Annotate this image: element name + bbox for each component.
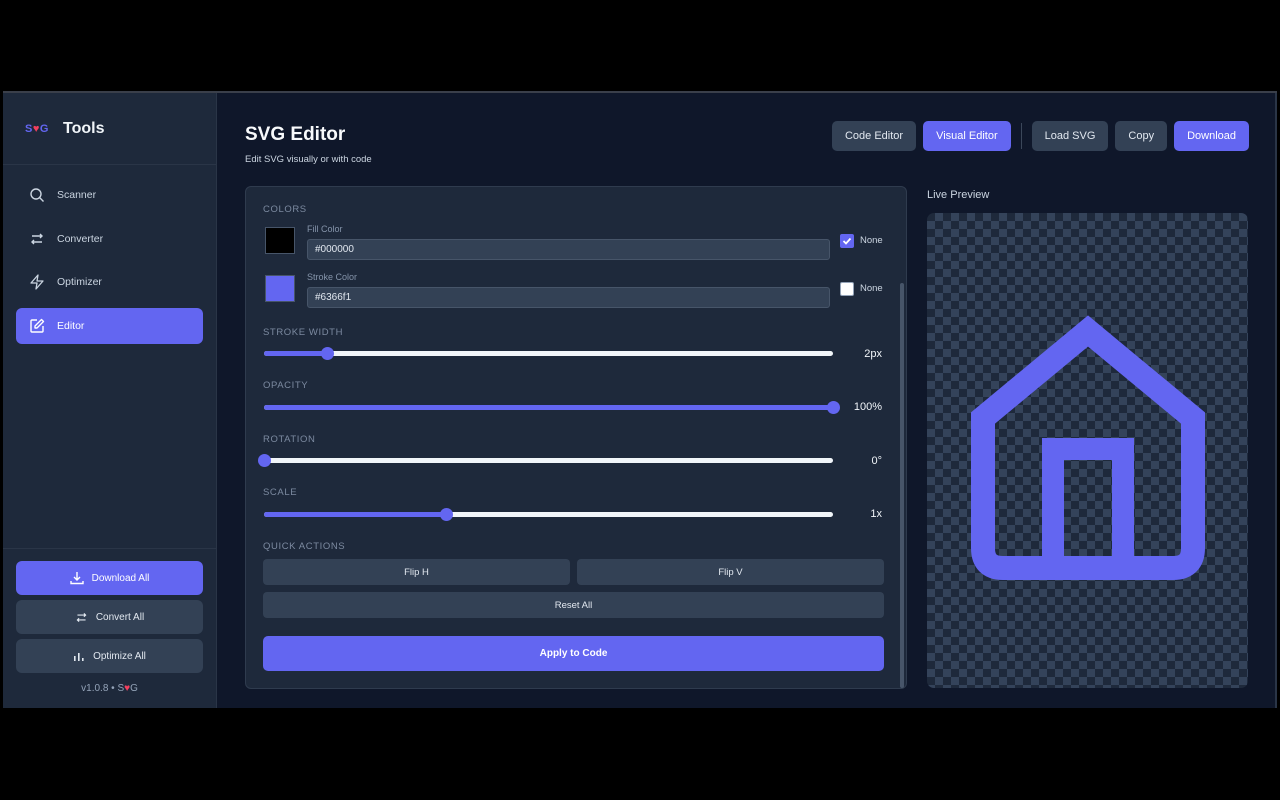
fill-color-swatch[interactable] [265,227,295,254]
sidebar-item-label: Scanner [57,189,97,201]
panel-scrollbar[interactable] [900,283,904,688]
heart-icon: ♥ [32,122,40,135]
stroke-none-label: None [860,283,883,294]
quick-actions-heading: QUICK ACTIONS [263,541,346,552]
stroke-width-value: 2px [864,348,882,360]
convert-icon [75,611,88,624]
slider-fill [264,351,327,356]
scale-value: 1x [870,508,882,520]
sidebar-item-editor[interactable]: Editor [16,307,203,344]
slider-thumb[interactable] [320,347,334,360]
download-all-button[interactable]: Download All [16,561,203,595]
stroke-color-label: Stroke Color [307,272,358,282]
sidebar-actions: Download All Convert All Optimize All v1… [3,548,216,708]
slider-fill [264,512,447,517]
visual-editor-panel: COLORS Fill Color #000000 None Stroke Co… [245,186,907,689]
rotation-label: ROTATION [263,434,316,445]
stroke-width-slider[interactable] [264,347,833,360]
visual-editor-button[interactable]: Visual Editor [923,121,1011,151]
main-content: SVG Editor Edit SVG visually or with cod… [217,93,1277,708]
live-preview-canvas [927,213,1248,688]
download-all-label: Download All [91,572,150,584]
reset-all-button[interactable]: Reset All [263,592,884,618]
house-door [1042,438,1134,568]
fill-color-input[interactable]: #000000 [307,239,830,260]
page-subtitle: Edit SVG visually or with code [245,154,372,165]
convert-icon [29,231,45,247]
brand: S♥G Tools [3,93,216,165]
opacity-label: OPACITY [263,380,309,391]
brand-logo: S♥G [25,122,49,135]
page-title: SVG Editor [245,124,346,145]
sidebar-item-label: Editor [57,319,85,332]
convert-all-button[interactable]: Convert All [16,600,203,634]
slider-fill [264,405,833,410]
stroke-width-label: STROKE WIDTH [263,327,344,338]
live-preview-label: Live Preview [927,189,990,201]
sidebar-item-scanner[interactable]: Scanner [16,177,203,213]
fill-none-label: None [860,235,883,246]
rotation-value: 0° [871,455,882,467]
slider-thumb[interactable] [440,508,454,521]
sidebar-item-label: Optimizer [57,276,102,288]
rotation-slider[interactable] [258,454,833,467]
copy-button[interactable]: Copy [1115,121,1168,151]
opacity-value: 100% [853,401,882,413]
flip-h-button[interactable]: Flip H [263,559,570,585]
download-button[interactable]: Download [1174,121,1249,151]
page-header: SVG Editor Edit SVG visually or with cod… [245,93,1249,185]
sidebar-item-optimizer[interactable]: Optimizer [16,264,203,300]
toolbar: Code Editor Visual Editor Load SVG Copy … [825,121,1249,151]
edit-icon [29,318,45,334]
load-svg-button[interactable]: Load SVG [1031,121,1109,151]
version-label: v1.0.8 • S♥G [81,683,138,694]
stroke-color-swatch[interactable] [265,275,295,302]
optimize-all-button[interactable]: Optimize All [16,639,203,673]
scale-slider[interactable] [264,508,833,521]
brand-title: Tools [63,119,105,137]
convert-all-label: Convert All [95,611,145,623]
sidebar-nav: Scanner Converter Optimizer Editor [3,165,216,363]
colors-heading: COLORS [263,204,307,215]
house-icon [971,315,1205,580]
slider-thumb[interactable] [827,401,840,414]
opacity-slider[interactable] [264,401,840,414]
sidebar-item-label: Converter [57,232,104,245]
sidebar: S♥G Tools Scanner Converter Optimizer Ed… [3,93,217,708]
toolbar-divider [1020,123,1022,149]
stroke-none-checkbox[interactable] [840,282,854,296]
app-window: S♥G Tools Scanner Converter Optimizer Ed… [3,91,1277,708]
bar-chart-icon [73,650,85,662]
apply-to-code-button[interactable]: Apply to Code [263,636,884,671]
lightning-icon [29,274,45,290]
code-editor-button[interactable]: Code Editor [831,121,917,151]
fill-none-checkbox[interactable] [840,234,854,248]
fill-color-label: Fill Color [307,224,343,234]
search-icon [29,187,45,203]
scale-label: SCALE [263,487,298,498]
download-icon [69,571,84,585]
slider-thumb[interactable] [258,454,271,467]
flip-v-button[interactable]: Flip V [577,559,884,585]
window-scrollbar[interactable] [1275,93,1277,708]
optimize-all-label: Optimize All [93,650,146,662]
stroke-color-input[interactable]: #6366f1 [307,287,830,308]
sidebar-item-converter[interactable]: Converter [16,221,203,257]
